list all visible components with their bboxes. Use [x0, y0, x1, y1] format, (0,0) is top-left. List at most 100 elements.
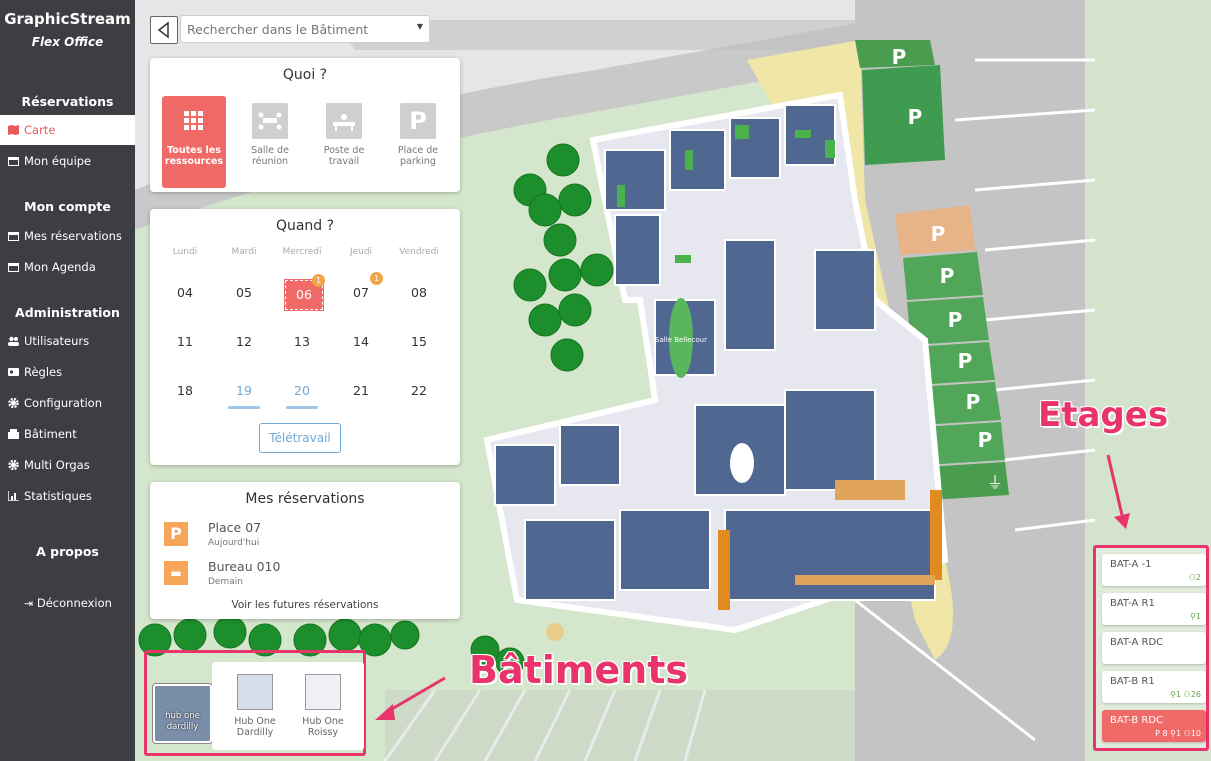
calendar-day-telework[interactable]: 19 — [226, 377, 262, 409]
parking-icon: P — [164, 522, 188, 546]
section-reservations: Réservations — [21, 94, 114, 109]
what-panel: Quoi ? Toutes les ressources Salle de ré… — [150, 58, 460, 192]
bar-chart-icon — [8, 491, 19, 501]
sidebar-item-mon-equipe[interactable]: Mon équipe — [0, 146, 135, 176]
logout-link[interactable]: ⇥ Déconnexion — [24, 596, 112, 610]
sidebar-item-multi-orgas[interactable]: Multi Orgas — [0, 450, 135, 480]
sidebar-item-regles[interactable]: Règles — [0, 357, 135, 387]
sidebar-item-label: Mes réservations — [24, 229, 122, 243]
parking-label: P — [892, 45, 907, 69]
filter-all-resources[interactable]: Toutes les ressources — [162, 96, 226, 188]
logout-label: Déconnexion — [36, 596, 112, 610]
reservation-count-badge: 1 — [370, 272, 383, 285]
when-title: Quand ? — [275, 218, 335, 234]
filter-parking[interactable]: P Place de parking — [386, 96, 450, 188]
gear-icon — [8, 398, 19, 408]
building-switcher: hub one dardilly Hub One Dardilly Hub On… — [144, 650, 366, 756]
calendar-icon — [8, 232, 19, 241]
annotation-buildings: Bâtiments — [469, 648, 689, 692]
filter-label: Poste de travail — [323, 145, 365, 167]
gear-icon — [8, 460, 19, 470]
sidebar-item-carte[interactable]: Carte — [0, 115, 135, 145]
floor-name: BAT-B R1 — [1110, 676, 1155, 687]
floor-item[interactable]: BAT-A RDC — [1102, 632, 1206, 664]
calendar-day[interactable]: 21 — [343, 377, 379, 405]
grid-icon — [176, 103, 212, 139]
sidebar-item-label: Utilisateurs — [24, 334, 90, 348]
sidebar-item-label: Statistiques — [24, 489, 92, 503]
parking-label: P — [966, 390, 981, 414]
filter-meeting-room[interactable]: Salle de réunion — [238, 96, 302, 188]
reservation-item[interactable]: ▬ Bureau 010 Demain — [164, 559, 444, 593]
sidebar-item-statistiques[interactable]: Statistiques — [0, 481, 135, 511]
floor-selector: BAT-A -1 ⚇2 BAT-A R1 ⚲1 BAT-A RDC BAT-B … — [1093, 545, 1209, 751]
id-card-icon — [8, 368, 19, 376]
calendar-day[interactable]: 22 — [401, 377, 437, 405]
calendar-day[interactable]: 11 — [167, 328, 203, 356]
sidebar-item-label: Carte — [24, 123, 56, 137]
building-current-label: hub one dardilly — [165, 711, 200, 732]
calendar-day[interactable]: 05 — [226, 279, 262, 307]
telework-button[interactable]: Télétravail — [259, 423, 341, 453]
calendar-day[interactable]: 14 — [343, 328, 379, 356]
weekday-label: Lundi — [172, 247, 198, 257]
calendar-day[interactable]: 08 — [401, 279, 437, 307]
building-list: Hub One Dardilly Hub One Roissy — [212, 662, 364, 750]
desk-icon: ▬ — [164, 561, 188, 585]
calendar-icon — [8, 263, 19, 272]
floor-item-selected[interactable]: BAT-B RDC P 8 ⚲1 ⚇10 — [1102, 710, 1206, 742]
section-account: Mon compte — [24, 199, 111, 214]
floor-map[interactable]: P P P P P P P P ⏚ Salle Bellecour Recher… — [135, 0, 1211, 761]
users-icon — [8, 336, 19, 346]
sidebar-item-mon-agenda[interactable]: Mon Agenda — [0, 252, 135, 282]
building-current[interactable]: hub one dardilly — [153, 684, 212, 743]
what-title: Quoi ? — [282, 67, 328, 83]
meeting-room-icon — [252, 103, 288, 139]
parking-label: P — [958, 349, 973, 373]
parking-label: P — [978, 428, 993, 452]
building-search[interactable]: ▼ — [181, 16, 429, 42]
future-reservations-link[interactable]: Voir les futures réservations — [150, 599, 460, 611]
chevron-down-icon[interactable]: ▼ — [417, 22, 423, 31]
calendar-day[interactable]: 12 — [226, 328, 262, 356]
calendar-day-telework[interactable]: 20 — [284, 377, 320, 409]
calendar-icon — [8, 157, 19, 166]
building-icon — [8, 429, 19, 439]
weekday-label: Mardi — [231, 247, 257, 257]
floor-item[interactable]: BAT-B R1 ⚲1 ⚇26 — [1102, 671, 1206, 703]
section-about[interactable]: A propos — [0, 544, 135, 559]
sidebar-item-utilisateurs[interactable]: Utilisateurs — [0, 326, 135, 356]
floor-item[interactable]: BAT-A R1 ⚲1 — [1102, 593, 1206, 625]
when-panel: Quand ? Lundi Mardi Mercredi Jeudi Vendr… — [150, 209, 460, 465]
reservation-item[interactable]: P Place 07 Aujourd'hui — [164, 520, 444, 554]
map-icon — [8, 125, 19, 135]
calendar-day[interactable]: 04 — [167, 279, 203, 307]
building-option[interactable]: Hub One Roissy — [294, 662, 352, 746]
parking-icon: P — [400, 103, 436, 139]
filter-workstation[interactable]: Poste de travail — [312, 96, 376, 188]
annotation-arrow-buildings — [375, 676, 446, 720]
reservation-date: Aujourd'hui — [208, 538, 260, 548]
floor-stats: ⚲1 — [1190, 612, 1201, 621]
calendar-day[interactable]: 18 — [167, 377, 203, 405]
room-label-salle-bellecour[interactable]: Salle Bellecour — [655, 336, 707, 344]
sidebar-item-batiment[interactable]: Bâtiment — [0, 419, 135, 449]
floor-name: BAT-A -1 — [1110, 559, 1152, 570]
calendar-day[interactable]: 13 — [284, 328, 320, 356]
section-admin: Administration — [15, 305, 120, 320]
sidebar-item-configuration[interactable]: Configuration — [0, 388, 135, 418]
building-option[interactable]: Hub One Dardilly — [226, 662, 284, 746]
back-button[interactable] — [150, 16, 178, 44]
floor-item[interactable]: BAT-A -1 ⚇2 — [1102, 554, 1206, 586]
annotation-floors: Etages — [1038, 395, 1169, 435]
building-label: Hub One Roissy — [302, 716, 344, 738]
search-input[interactable] — [181, 16, 413, 42]
calendar-day[interactable]: 15 — [401, 328, 437, 356]
reservation-count-badge: 1 — [312, 274, 325, 287]
floor-stats: ⚲1 ⚇26 — [1170, 690, 1201, 699]
sidebar-item-mes-reservations[interactable]: Mes réservations — [0, 221, 135, 251]
sidebar-item-label: Mon Agenda — [24, 260, 96, 274]
floor-name: BAT-B RDC — [1110, 715, 1164, 726]
building-thumbnail — [237, 674, 273, 710]
weekday-label: Vendredi — [399, 247, 439, 257]
